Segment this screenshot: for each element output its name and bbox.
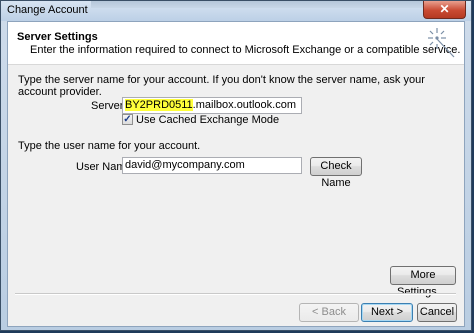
cached-mode-label[interactable]: Use Cached Exchange Mode (136, 114, 279, 126)
server-input[interactable]: BY2PRD0511.mailbox.outlook.com (122, 97, 302, 114)
window-title: Change Account (7, 4, 88, 16)
cached-mode-checkbox[interactable]: ✓ (122, 114, 133, 125)
user-instructions: Type the user name for your account. (18, 140, 201, 152)
header-band: Server Settings Enter the information re… (8, 22, 464, 65)
close-button[interactable]: ✕ (423, 1, 466, 19)
wizard-sparkle-icon (428, 28, 455, 58)
section-title: Server Settings (17, 31, 98, 43)
more-settings-button[interactable]: More Settings ... (390, 266, 456, 298)
user-name-input[interactable]: david@mycompany.com (122, 157, 302, 174)
check-name-button[interactable]: Check Name (310, 157, 362, 189)
button-divider (15, 293, 456, 295)
change-account-dialog: Change Account ✕ Server Settings Enter t… (0, 0, 472, 331)
server-instructions-line1: Type the server name for your account. I… (18, 74, 425, 86)
dialog-body: Server Settings Enter the information re… (7, 21, 465, 327)
close-icon: ✕ (439, 2, 450, 16)
server-instructions-line2: account provider. (18, 86, 102, 98)
background-window-strip (91, 1, 431, 8)
back-button[interactable]: < Back (299, 303, 359, 322)
section-description: Enter the information required to connec… (30, 44, 461, 56)
user-name-value: david@mycompany.com (125, 159, 245, 171)
server-value-highlighted: BY2PRD0511 (125, 99, 193, 111)
server-value-rest: .mailbox.outlook.com (192, 99, 296, 111)
cancel-button[interactable]: Cancel (417, 303, 457, 322)
next-button[interactable]: Next > (361, 303, 413, 322)
title-bar[interactable]: Change Account ✕ (1, 1, 471, 21)
